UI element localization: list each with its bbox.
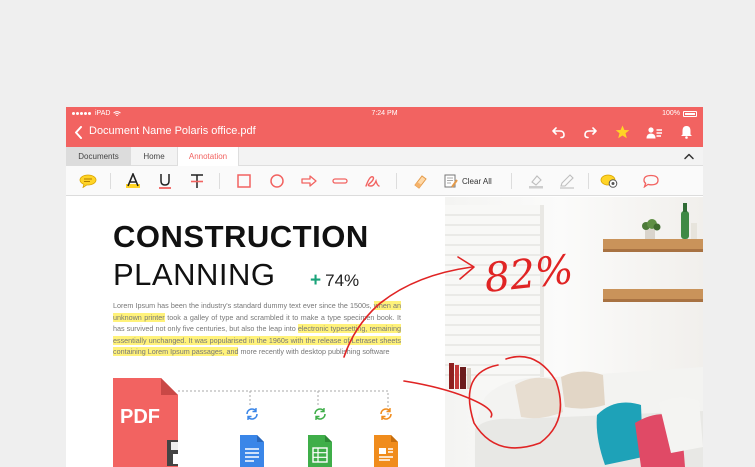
pdf-label: PDF bbox=[120, 406, 160, 428]
stat-percent: 74% bbox=[325, 271, 360, 290]
undo-button[interactable] bbox=[547, 123, 569, 141]
room-photo bbox=[445, 197, 703, 467]
back-button[interactable] bbox=[70, 123, 86, 141]
line-icon bbox=[332, 178, 348, 184]
battery-percent: 100% bbox=[662, 110, 680, 117]
plus-icon: + bbox=[310, 270, 322, 291]
share-button[interactable] bbox=[643, 123, 665, 141]
notification-button[interactable] bbox=[675, 123, 697, 141]
clear-all-icon bbox=[444, 174, 458, 188]
slide-doc-item bbox=[372, 407, 400, 467]
title-bar: iPAD 7:24 PM 100% Document Name Polaris … bbox=[66, 107, 703, 147]
share-user-icon bbox=[646, 126, 662, 138]
toolbar-divider bbox=[511, 173, 512, 189]
fill-tool[interactable] bbox=[526, 171, 546, 191]
document-subheading: PLANNING bbox=[113, 257, 276, 292]
strikethrough-icon bbox=[191, 174, 203, 188]
document-page[interactable]: CONSTRUCTION PLANNING + 74% Lorem Ipsum … bbox=[66, 197, 703, 467]
text-highlight-tool[interactable] bbox=[123, 171, 143, 191]
star-icon bbox=[615, 125, 629, 139]
document-title: Document Name Polaris office.pdf bbox=[89, 125, 256, 137]
rectangle-icon bbox=[237, 174, 251, 188]
note-icon bbox=[79, 174, 97, 188]
edit-tool[interactable] bbox=[557, 171, 577, 191]
clear-all-label: Clear All bbox=[462, 176, 492, 186]
pdf-file-icon: PDF bbox=[113, 378, 178, 467]
annotation-toolbar: Clear All bbox=[66, 166, 703, 196]
battery-icon bbox=[683, 111, 697, 117]
convert-icon bbox=[380, 408, 392, 420]
slide-file-icon bbox=[374, 435, 398, 467]
body-paragraph: Lorem Ipsum has been the industry's stan… bbox=[113, 300, 402, 358]
underline-tool[interactable] bbox=[155, 171, 175, 191]
convert-icon bbox=[314, 408, 326, 420]
ribbon-tabs: Documents Home Annotation bbox=[66, 147, 703, 167]
rectangle-tool[interactable] bbox=[234, 171, 254, 191]
fill-icon bbox=[529, 175, 543, 189]
back-icon bbox=[74, 125, 82, 139]
text-highlight-icon bbox=[126, 173, 140, 188]
redo-button[interactable] bbox=[579, 123, 601, 141]
sheet-doc-item bbox=[306, 407, 334, 467]
edit-icon bbox=[560, 174, 574, 189]
tab-documents[interactable]: Documents bbox=[66, 147, 131, 166]
toolbar-divider bbox=[396, 173, 397, 189]
collapse-ribbon-button[interactable] bbox=[683, 151, 695, 162]
arrow-icon bbox=[301, 175, 317, 187]
room-illustration bbox=[445, 203, 703, 467]
tab-home[interactable]: Home bbox=[131, 147, 177, 166]
freehand-tool[interactable] bbox=[362, 171, 382, 191]
body-text-segment: more recently with desktop publishing so… bbox=[238, 347, 390, 356]
window-blinds bbox=[445, 205, 544, 395]
word-doc-item bbox=[238, 407, 266, 467]
undo-icon bbox=[551, 126, 565, 138]
app-window: iPAD 7:24 PM 100% Document Name Polaris … bbox=[66, 107, 703, 467]
bell-icon bbox=[680, 126, 692, 139]
wooden-shelves bbox=[603, 203, 703, 302]
convert-icon bbox=[246, 408, 258, 420]
line-tool[interactable] bbox=[330, 171, 350, 191]
flow-connector bbox=[178, 390, 389, 415]
toolbar-divider bbox=[219, 173, 220, 189]
ellipse-icon bbox=[270, 174, 284, 188]
eraser-tool[interactable] bbox=[410, 171, 430, 191]
freehand-icon bbox=[365, 176, 380, 187]
stat-value: + 74% bbox=[310, 270, 359, 292]
status-right: 100% bbox=[662, 109, 697, 119]
ellipse-tool[interactable] bbox=[267, 171, 287, 191]
favorite-button[interactable] bbox=[611, 123, 633, 141]
status-time: 7:24 PM bbox=[371, 110, 398, 117]
show-notes-icon bbox=[600, 174, 618, 188]
show-notes-tool[interactable] bbox=[599, 171, 619, 191]
strikethrough-tool[interactable] bbox=[187, 171, 207, 191]
clear-all-button[interactable]: Clear All bbox=[444, 171, 502, 191]
sheet-file-icon bbox=[308, 435, 332, 467]
document-heading: CONSTRUCTION bbox=[113, 219, 369, 254]
tab-annotation[interactable]: Annotation bbox=[177, 147, 239, 167]
redo-icon bbox=[583, 126, 597, 138]
comment-tool[interactable] bbox=[641, 171, 661, 191]
title-actions bbox=[547, 123, 697, 141]
toolbar-divider bbox=[110, 173, 111, 189]
note-tool[interactable] bbox=[78, 171, 98, 191]
comment-icon bbox=[643, 174, 659, 188]
underline-icon bbox=[159, 174, 171, 189]
toolbar-divider bbox=[588, 173, 589, 189]
body-text-segment: Lorem Ipsum has been the industry's stan… bbox=[113, 301, 372, 310]
word-file-icon bbox=[240, 435, 264, 467]
eraser-icon bbox=[414, 175, 427, 189]
arrow-tool[interactable] bbox=[299, 171, 319, 191]
